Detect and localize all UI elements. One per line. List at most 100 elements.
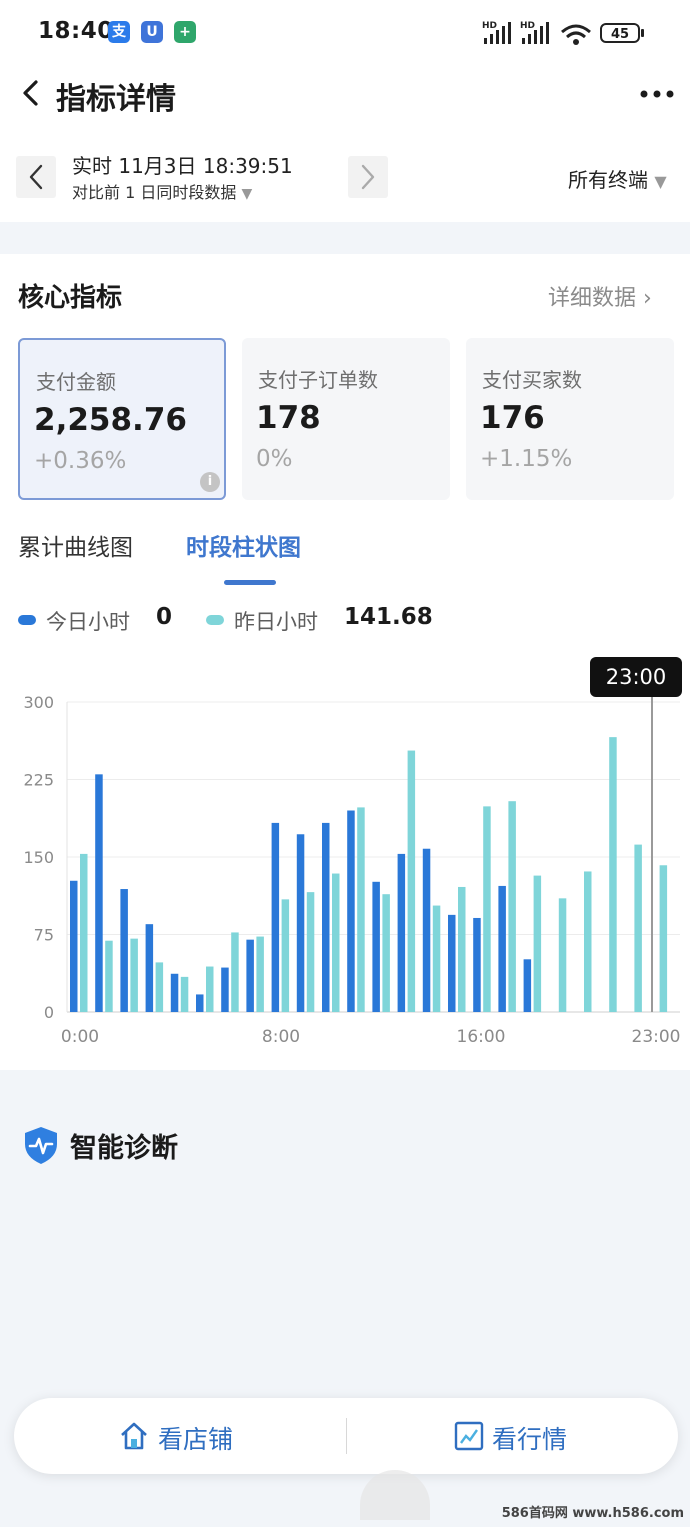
legend-dot-yesterday [206, 615, 224, 625]
pulse-shield-icon [25, 1127, 57, 1164]
bar-yesterday-9:00[interactable] [306, 892, 315, 1012]
tooltip-cursor-line [651, 697, 653, 1012]
more-dots-icon[interactable] [638, 84, 678, 104]
terminal-label: 所有终端 [568, 168, 648, 192]
bar-today-1:00[interactable] [95, 774, 103, 1012]
bar-yesterday-12:00[interactable] [382, 894, 390, 1012]
bar-yesterday-15:00[interactable] [458, 886, 466, 1012]
bar-today-3:00[interactable] [145, 924, 154, 1012]
alipay-icon: 支 [108, 21, 130, 43]
y-tick-label: 225 [23, 771, 54, 790]
battery-indicator: 45 [600, 23, 640, 43]
bar-yesterday-2:00[interactable] [130, 938, 138, 1012]
tab-indicator [224, 580, 276, 585]
bar-today-0:00[interactable] [70, 880, 78, 1012]
bar-yesterday-6:00[interactable] [231, 932, 239, 1012]
bar-today-9:00[interactable] [296, 834, 305, 1012]
hourly-bar-chart[interactable]: 300 225 150 75 0 0:00 8:00 16:00 23:00 [0, 640, 690, 1060]
y-tick-label: 150 [23, 848, 54, 867]
metric-change: +0.36% [34, 448, 127, 474]
signal-icons: HD HD [482, 21, 591, 45]
legend-dot-today [18, 615, 36, 625]
chevron-right-icon: › [643, 286, 652, 311]
bar-today-5:00[interactable] [196, 994, 204, 1012]
chevron-right-icon [361, 164, 375, 190]
metric-label: 支付金额 [36, 370, 116, 394]
bar-yesterday-23:00[interactable] [659, 865, 668, 1012]
terminal-dropdown[interactable]: 所有终端 ▼ [568, 164, 667, 193]
nav-store-button[interactable]: 看店铺 [158, 1420, 233, 1456]
bar-yesterday-21:00[interactable] [609, 737, 617, 1012]
bar-today-16:00[interactable] [473, 917, 481, 1012]
signal-hd-label-2: HD [520, 21, 535, 31]
bar-yesterday-1:00[interactable] [105, 940, 113, 1012]
legend-value-today: 0 [156, 604, 173, 630]
bar-today-18:00[interactable] [523, 959, 532, 1012]
bar-yesterday-4:00[interactable] [180, 976, 189, 1012]
metric-value: 176 [480, 400, 545, 436]
bar-yesterday-11:00[interactable] [357, 807, 365, 1012]
metric-card-payment-amount[interactable]: 支付金额 2,258.76 +0.36% i [18, 338, 226, 500]
y-tick-label: 75 [34, 926, 54, 945]
metric-label: 支付买家数 [482, 368, 582, 392]
date-main-label: 实时 11月3日 18:39:51 [72, 154, 293, 178]
bar-yesterday-17:00[interactable] [508, 801, 516, 1012]
metric-card-sub-orders[interactable]: 支付子订单数 178 0% [242, 338, 450, 500]
bar-yesterday-13:00[interactable] [407, 750, 416, 1012]
caret-down-icon: ▼ [654, 172, 667, 191]
bar-today-4:00[interactable] [170, 973, 179, 1012]
metric-value: 2,258.76 [34, 402, 187, 438]
bar-today-11:00[interactable] [347, 810, 355, 1013]
bar-yesterday-3:00[interactable] [155, 962, 164, 1012]
next-date-button[interactable] [348, 156, 388, 198]
metric-label: 支付子订单数 [258, 368, 378, 392]
caret-down-icon: ▼ [241, 186, 253, 202]
bar-yesterday-8:00[interactable] [281, 899, 290, 1012]
x-tick-label: 8:00 [262, 1027, 300, 1047]
bar-today-8:00[interactable] [271, 822, 280, 1012]
bar-today-12:00[interactable] [372, 881, 380, 1012]
bar-yesterday-7:00[interactable] [256, 936, 264, 1012]
nav-divider [346, 1418, 347, 1454]
legend-label-yesterday: 昨日小时 [234, 610, 318, 634]
bar-today-10:00[interactable] [322, 822, 330, 1012]
bar-today-13:00[interactable] [397, 853, 406, 1012]
bar-yesterday-22:00[interactable] [634, 844, 642, 1012]
bar-yesterday-19:00[interactable] [558, 898, 567, 1012]
compare-dropdown[interactable]: 对比前 1 日同时段数据 ▼ [72, 179, 252, 203]
bar-today-15:00[interactable] [448, 914, 456, 1012]
detail-data-link[interactable]: 详细数据 › [548, 280, 652, 312]
info-icon[interactable]: i [200, 472, 220, 492]
x-tick-label: 16:00 [457, 1027, 506, 1047]
bar-yesterday-5:00[interactable] [206, 966, 214, 1012]
nav-market-button[interactable]: 看行情 [492, 1420, 567, 1456]
diagnosis-title: 智能诊断 [70, 1133, 178, 1164]
bar-today-7:00[interactable] [246, 939, 254, 1012]
shield-app-icon: U [141, 21, 163, 43]
bar-yesterday-14:00[interactable] [432, 905, 441, 1012]
prev-date-button[interactable] [16, 156, 56, 198]
y-tick-label: 300 [23, 693, 54, 712]
bar-today-14:00[interactable] [422, 848, 431, 1012]
bar-yesterday-20:00[interactable] [584, 871, 592, 1012]
section-title: 核心指标 [18, 283, 123, 313]
bar-today-2:00[interactable] [120, 889, 128, 1012]
tab-hourly-bar[interactable]: 时段柱状图 [186, 528, 301, 562]
home-icon [121, 1422, 147, 1450]
bar-yesterday-16:00[interactable] [483, 806, 491, 1012]
metric-card-buyers[interactable]: 支付买家数 176 +1.15% [466, 338, 674, 500]
page-title: 指标详情 [56, 82, 176, 117]
chart-tooltip: 23:00 [590, 657, 682, 697]
watermark: 586首码网 www.h586.com [501, 1506, 684, 1521]
bar-yesterday-0:00[interactable] [80, 853, 88, 1012]
bar-yesterday-18:00[interactable] [533, 875, 542, 1012]
bar-today-17:00[interactable] [498, 885, 506, 1012]
bar-yesterday-10:00[interactable] [332, 873, 340, 1012]
metric-change: 0% [256, 446, 293, 472]
detail-link-label: 详细数据 [548, 286, 637, 311]
compare-label: 对比前 1 日同时段数据 [72, 183, 237, 202]
home-handle [360, 1470, 430, 1520]
tab-cumulative-curve[interactable]: 累计曲线图 [18, 528, 133, 562]
bar-today-6:00[interactable] [221, 967, 229, 1012]
chevron-left-icon[interactable] [18, 78, 44, 108]
